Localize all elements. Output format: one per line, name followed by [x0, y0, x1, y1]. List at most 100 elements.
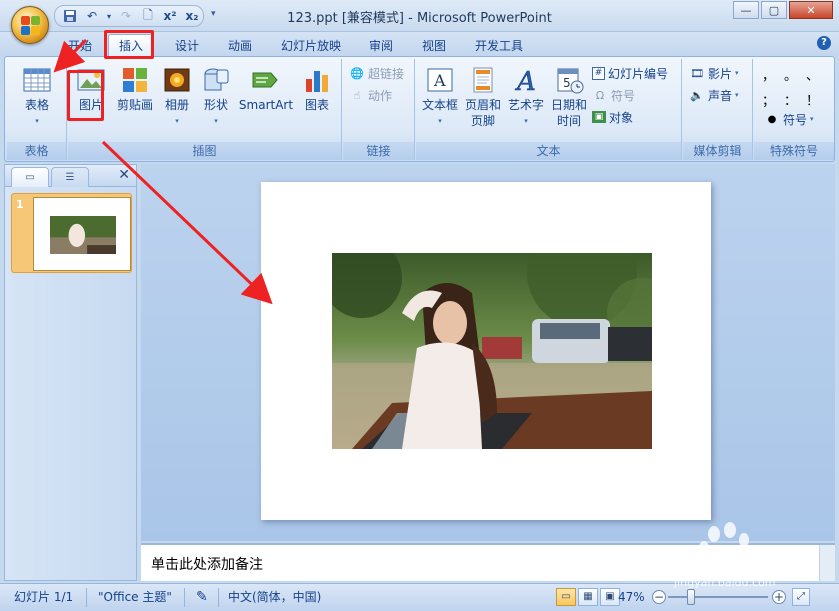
header-footer-icon [468, 65, 498, 95]
notes-placeholder: 单击此处添加备注 [151, 557, 263, 573]
notes-scrollbar[interactable] [819, 545, 835, 581]
movie-button[interactable]: 🎞 影片 ▾ [689, 63, 739, 83]
status-separator [86, 588, 87, 607]
omega-icon: Ω [595, 88, 605, 102]
thumbnail-photo [50, 216, 116, 254]
group-label-table: 表格 [7, 142, 66, 160]
group-label-text: 文本 [416, 142, 681, 160]
close-button[interactable]: ✕ [789, 1, 833, 19]
smartart-icon [251, 65, 281, 95]
wordart-icon: A [511, 65, 541, 98]
header-footer-button[interactable]: 页眉和 页脚 [462, 61, 504, 129]
special-symbol-button[interactable]: ● 符号 ▾ [764, 109, 814, 129]
object-icon: ▣ [592, 111, 606, 123]
slide-number-icon: # [592, 66, 605, 80]
movie-label: 影片 [708, 66, 733, 81]
panel-tabs: ▭ ☰ ✕ [5, 165, 136, 187]
header-footer-label-2: 页脚 [470, 114, 495, 128]
svg-text:A: A [433, 71, 446, 90]
photo-album-label: 相册 [164, 98, 189, 112]
dropdown-arrow-icon: ▾ [735, 91, 739, 99]
shapes-label: 形状 [203, 98, 228, 112]
group-illustrations: 图片 剪贴画 相册 ▾ 形状 ▾ SmartArt 图表 插图 [68, 59, 342, 160]
punct-exclamation[interactable]: ！ [806, 90, 828, 109]
action-button[interactable]: ☝ 动作 [349, 85, 392, 105]
table-label: 表格 [24, 98, 49, 112]
clipart-button[interactable]: 剪贴画 [112, 61, 158, 113]
datetime-label-1: 日期和 [550, 98, 587, 112]
tab-slideshow[interactable]: 幻灯片放映 [274, 34, 348, 56]
tab-developer[interactable]: 开发工具 [467, 34, 531, 56]
dropdown-arrow-icon: ▾ [214, 117, 218, 125]
slide-sorter-button[interactable]: ▦ [578, 588, 598, 606]
punct-colon[interactable]: ： [784, 90, 806, 109]
tab-view[interactable]: 视图 [412, 34, 456, 56]
symbol-label: 符号 [611, 88, 636, 103]
chart-icon [302, 65, 332, 95]
inserted-photo[interactable] [332, 253, 652, 449]
spell-check-icon[interactable]: ✎ [196, 584, 208, 611]
tab-design[interactable]: 设计 [165, 34, 209, 56]
textbox-icon: A [425, 65, 455, 95]
dropdown-arrow-icon: ▾ [810, 115, 814, 123]
slide-thumbnail-selected[interactable]: 1 [11, 193, 132, 273]
tab-home[interactable]: 开始 [58, 34, 102, 56]
punctuation-grid: ， 。 、 ； ： ！ [762, 65, 828, 109]
textbox-button[interactable]: A 文本框 ▾ [420, 61, 460, 129]
slide-canvas[interactable] [261, 182, 711, 520]
title-bar: ↶ ▾ ↷ 🗋 x² x₂ ▾ 123.ppt [兼容模式] - Microso… [0, 0, 839, 32]
language-indicator[interactable]: 中文(简体，中国) [228, 584, 321, 611]
tab-review[interactable]: 审阅 [359, 34, 403, 56]
office-button[interactable] [11, 6, 49, 44]
theme-name: "Office 主题" [98, 590, 172, 604]
table-button[interactable]: 表格 ▾ [13, 61, 61, 129]
window-title: 123.ppt [兼容模式] - Microsoft PowerPoint [287, 11, 552, 26]
object-button[interactable]: ▣ 对象 [592, 107, 633, 127]
smartart-button[interactable]: SmartArt [238, 61, 294, 113]
dropdown-arrow-icon: ▾ [735, 69, 739, 77]
chart-button[interactable]: 图表 [298, 61, 336, 113]
calendar-icon: 5 [554, 65, 584, 95]
fit-to-window-button[interactable]: ⤢ [792, 588, 810, 606]
punct-semicolon[interactable]: ； [762, 90, 784, 109]
wordart-button[interactable]: A 艺术字 ▾ [506, 61, 546, 129]
close-panel-icon[interactable]: ✕ [118, 167, 130, 183]
group-media: 🎞 影片 ▾ 🔈 声音 ▾ 媒体剪辑 [683, 59, 753, 160]
maximize-button[interactable]: ▢ [761, 1, 787, 19]
help-icon[interactable]: ? [817, 36, 831, 50]
photo-album-button[interactable]: 相册 ▾ [160, 61, 194, 129]
dropdown-arrow-icon: ▾ [175, 117, 179, 125]
table-icon [22, 65, 52, 95]
zoom-slider[interactable] [668, 596, 768, 598]
sound-button[interactable]: 🔈 声音 ▾ [689, 85, 739, 105]
ribbon: 表格 ▾ 表格 图片 剪贴画 相册 ▾ 形状 ▾ SmartArt 图表 插图 … [4, 56, 835, 162]
group-label-media: 媒体剪辑 [683, 142, 752, 160]
zoom-in-button[interactable]: + [772, 590, 786, 604]
punct-comma[interactable]: ， [762, 65, 784, 84]
tab-animations[interactable]: 动画 [218, 34, 262, 56]
symbol-button[interactable]: Ω 符号 [592, 85, 635, 105]
punct-period[interactable]: 。 [784, 65, 806, 84]
shapes-button[interactable]: 形状 ▾ [198, 61, 234, 129]
datetime-label-2: 时间 [556, 114, 581, 128]
slideshow-view-button[interactable]: ▣ [600, 588, 620, 606]
group-text: A 文本框 ▾ 页眉和 页脚 A 艺术字 ▾ 5 日期和 时间 # 幻灯片编号 … [416, 59, 682, 160]
minimize-button[interactable]: — [733, 1, 759, 19]
group-label-illustrations: 插图 [68, 142, 341, 160]
speaker-icon: 🔈 [690, 88, 704, 102]
slides-tab[interactable]: ▭ [11, 167, 49, 187]
zoom-slider-thumb[interactable] [687, 589, 695, 605]
zoom-out-button[interactable]: − [652, 590, 666, 604]
slide-number-button[interactable]: # 幻灯片编号 [592, 63, 668, 83]
group-table: 表格 ▾ 表格 [7, 59, 67, 160]
highlight-insert-tab [104, 30, 154, 59]
outline-tab[interactable]: ☰ [51, 167, 89, 187]
textbox-label: 文本框 [421, 98, 458, 112]
hyperlink-button[interactable]: 🌐 超链接 [349, 63, 404, 83]
clipart-label: 剪贴画 [116, 98, 153, 112]
svg-text:A: A [515, 67, 536, 95]
punct-enum-comma[interactable]: 、 [806, 65, 828, 84]
normal-view-button[interactable]: ▭ [556, 588, 576, 606]
datetime-button[interactable]: 5 日期和 时间 [548, 61, 590, 129]
group-links: 🌐 超链接 ☝ 动作 链接 [343, 59, 415, 160]
